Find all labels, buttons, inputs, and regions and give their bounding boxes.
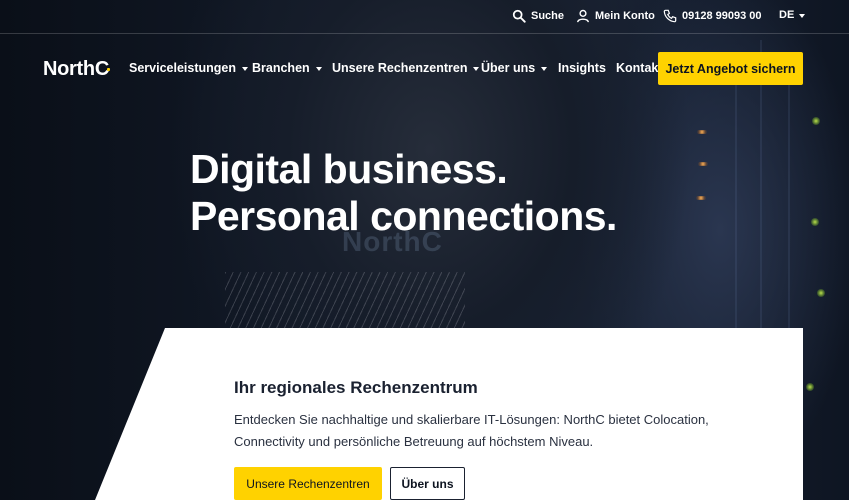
main-navigation: North C Serviceleistungen Branchen Unsere… <box>0 50 849 86</box>
intro-card: Ihr regionales Rechenzentrum Entdecken S… <box>95 328 803 500</box>
language-selector[interactable]: DE <box>779 9 806 21</box>
nav-item-label: Insights <box>558 61 606 75</box>
get-quote-button[interactable]: Jetzt Angebot sichern <box>658 52 803 85</box>
phone-link[interactable]: 09128 99093 00 <box>663 9 762 23</box>
phone-icon <box>663 9 677 23</box>
search-link[interactable]: Suche <box>512 9 564 23</box>
phone-label: 09128 99093 00 <box>682 10 762 22</box>
nav-item-branchen[interactable]: Branchen <box>252 61 322 75</box>
nav-item-ueber-uns[interactable]: Über uns <box>481 61 548 75</box>
nav-item-label: Serviceleistungen <box>129 61 236 75</box>
card-title: Ihr regionales Rechenzentrum <box>234 378 478 397</box>
northc-logo[interactable]: North C <box>43 58 111 81</box>
account-label: Mein Konto <box>595 10 655 22</box>
data-centers-button[interactable]: Unsere Rechenzentren <box>234 467 382 500</box>
hero-headline: Digital business. Personal connections. <box>190 146 617 240</box>
search-icon <box>512 9 526 23</box>
top-utility-bar: Suche Mein Konto 09128 99093 00 DE <box>0 0 849 34</box>
chevron-down-icon <box>799 14 806 18</box>
chevron-down-icon <box>541 67 548 71</box>
account-link[interactable]: Mein Konto <box>576 9 655 23</box>
nav-item-kontakt[interactable]: Kontakt <box>616 61 663 75</box>
nav-item-rechenzentren[interactable]: Unsere Rechenzentren <box>332 61 480 75</box>
server-led <box>806 383 814 391</box>
server-led <box>698 162 708 166</box>
server-led <box>812 117 820 125</box>
headline-line-2: Personal connections. <box>190 193 617 239</box>
nav-item-label: Branchen <box>252 61 310 75</box>
chevron-down-icon <box>315 67 322 71</box>
search-label: Suche <box>531 10 565 22</box>
decorative-hatch <box>225 272 465 332</box>
card-text: Entdecken Sie nachhaltige und skalierbar… <box>234 412 709 449</box>
nav-item-insights[interactable]: Insights <box>558 61 606 75</box>
logo-text: North <box>43 58 95 80</box>
chevron-down-icon <box>242 67 248 71</box>
headline-line-1: Digital business. <box>190 146 508 192</box>
server-led <box>817 289 825 297</box>
language-label: DE <box>779 9 795 21</box>
logo-c: C <box>94 58 111 80</box>
chevron-down-icon <box>473 67 480 71</box>
nav-item-label: Unsere Rechenzentren <box>332 61 468 75</box>
nav-item-label: Über uns <box>481 61 536 75</box>
server-led <box>811 218 819 226</box>
server-led <box>697 130 707 134</box>
nav-item-label: Kontakt <box>616 61 663 75</box>
server-led <box>696 196 706 200</box>
nav-item-serviceleistungen[interactable]: Serviceleistungen <box>129 61 248 75</box>
about-us-button[interactable]: Über uns <box>390 467 465 500</box>
user-icon <box>577 9 589 23</box>
